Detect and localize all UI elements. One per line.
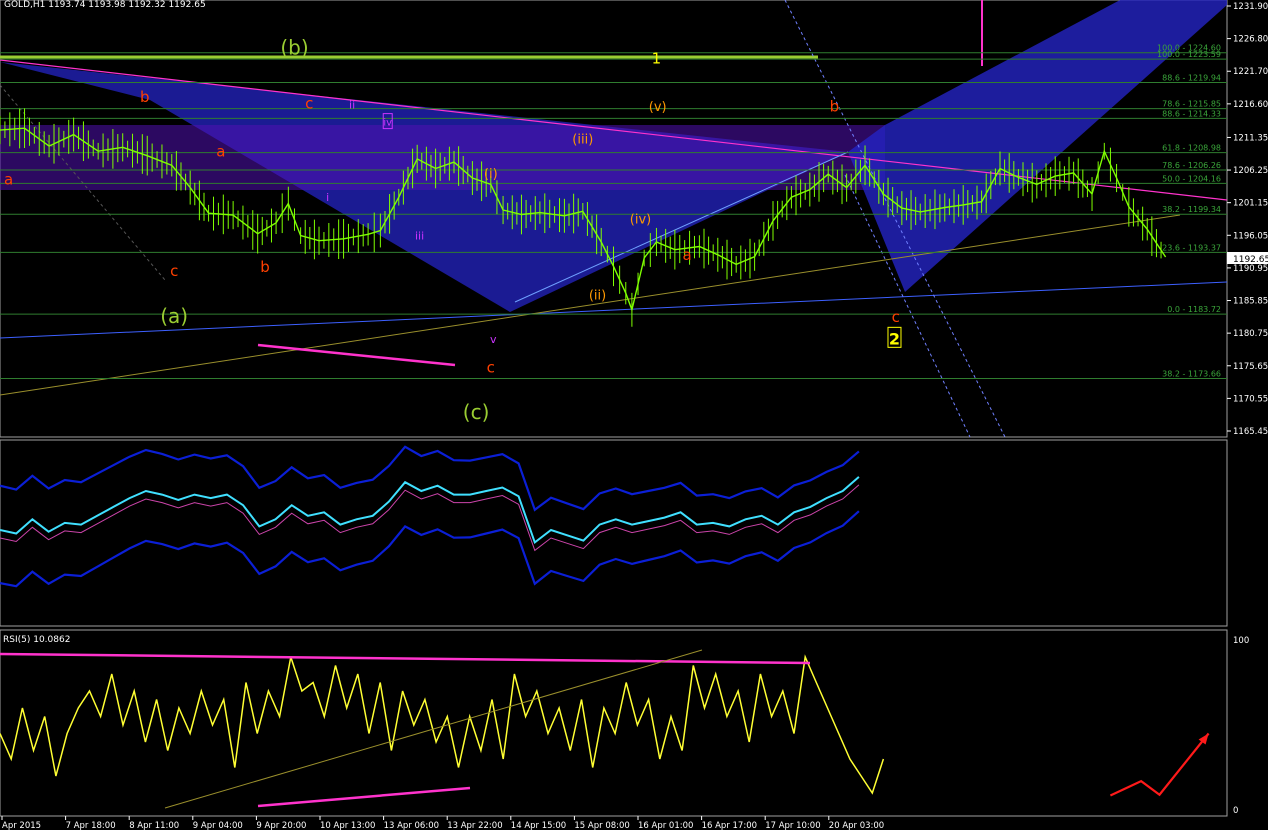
x-tick-label: 16 Apr 17:00 [702,821,757,830]
signal-line [0,484,860,552]
x-tick-label: 9 Apr 04:00 [193,821,243,830]
x-tick-label: 10 Apr 13:00 [320,821,375,830]
x-tick-label: 13 Apr 22:00 [447,821,502,830]
rsi-header: RSI(5) 10.0862 [3,635,70,645]
rsi-line [0,654,885,795]
wave-label: c [892,308,900,326]
fib-label: 61.8 - 1208.98 [1162,144,1221,153]
x-tick-label: 14 Apr 15:00 [511,821,566,830]
indicator-panel-frame [0,439,1228,627]
wave-label: a [4,170,13,188]
x-tick-label: 17 Apr 10:00 [765,821,820,830]
fib-label: 78.6 - 1206.26 [1162,161,1221,170]
fib-label: 38.2 - 1173.66 [1162,369,1221,378]
rsi-panel-frame [0,629,1228,817]
chart-canvas: 100.0 - 1224.60100.0 - 1223.5988.6 - 121… [0,0,1268,830]
y-tick-label: 1170.55 [1233,394,1268,404]
y-tick-label: 1221.70 [1233,67,1268,77]
wave-label: i [326,191,329,204]
y-tick-label: 1175.65 [1233,362,1268,372]
wave-label: a [216,142,225,160]
y-tick-label: 1201.15 [1233,199,1268,209]
fib-label: 100.0 - 1223.59 [1157,50,1221,59]
wave-label: b [830,98,840,116]
x-tick-label: 13 Apr 06:00 [384,821,439,830]
x-tick-label: 16 Apr 01:00 [638,821,693,830]
wave-label: b [140,88,150,106]
price-axis: 1231.90 1226.80 1221.70 1216.60 1211.35 1206.… [1227,2,1268,437]
wave-label: (a) [160,304,188,328]
wave-label: (b) [280,36,308,60]
wave-label: (i) [484,167,498,182]
rsi-trendlines [0,649,811,809]
x-tick-label: 20 Apr 03:00 [829,821,884,830]
forecast-arrow [1109,732,1210,797]
wave-label: c [487,359,495,377]
last-price-label: 1192.65 [1233,255,1268,265]
x-tick-label: 8 Apr 11:00 [129,821,179,830]
upper-band [0,445,860,512]
y-tick-label: 1180.75 [1233,329,1268,339]
fib-label: 50.0 - 1204.16 [1162,174,1221,183]
header-symbol-line: GOLD,H1 1193.74 1193.98 1192.32 1192.65 [4,0,206,10]
wave-label: 1 [652,50,662,68]
boxed-wave-label: 2 [889,329,900,348]
y-tick-label: 1216.60 [1233,100,1268,110]
y-tick-label: 1190.95 [1233,264,1268,274]
wave-label: c [305,94,313,112]
lower-band [0,510,860,588]
fib-label: 88.6 - 1214.33 [1162,109,1221,118]
time-axis: Apr 2015 7 Apr 18:00 8 Apr 11:00 9 Apr 04:0… [1,816,884,830]
wave-label: c [170,262,178,280]
x-tick-label: 15 Apr 08:00 [574,821,629,830]
boxed-wave-label: iv [383,118,392,129]
fib-label: 0.0 - 1183.72 [1167,305,1221,314]
x-tick-label: 7 Apr 18:00 [66,821,116,830]
wave-label: (iv) [630,213,651,228]
y-tick-label: 1165.45 [1233,427,1268,437]
wave-label: iii [415,229,424,242]
rsi-level-label: 100 [1233,636,1249,646]
y-tick-label: 1211.35 [1233,133,1268,143]
fib-label: 78.6 - 1215.85 [1162,100,1221,109]
indicator-series [0,445,860,588]
rsi-series: 100 0 [0,636,1249,816]
wave-label: (iii) [572,133,593,148]
wave-label: a [682,246,691,264]
wave-label: (v) [649,100,667,115]
y-tick-label: 1226.80 [1233,35,1268,45]
wave-label: (c) [463,400,490,424]
y-tick-label: 1185.85 [1233,297,1268,307]
y-tick-label: 1206.25 [1233,166,1268,176]
wave-label: (ii) [589,289,606,304]
fib-label: 38.2 - 1199.34 [1162,205,1221,214]
harmonic-pattern-shapes [0,0,1228,438]
wave-label: b [260,258,270,276]
fib-label: 88.6 - 1219.94 [1162,73,1221,82]
y-tick-label: 1231.90 [1233,2,1268,12]
x-tick-label: 9 Apr 20:00 [256,821,306,830]
fib-label: 23.6 - 1193.37 [1162,243,1221,252]
wave-label: ii [349,98,355,111]
wave-label: v [490,333,497,346]
x-tick-label: Apr 2015 [2,821,41,830]
y-tick-label: 1196.05 [1233,231,1268,241]
rsi-level-label: 0 [1233,806,1238,816]
